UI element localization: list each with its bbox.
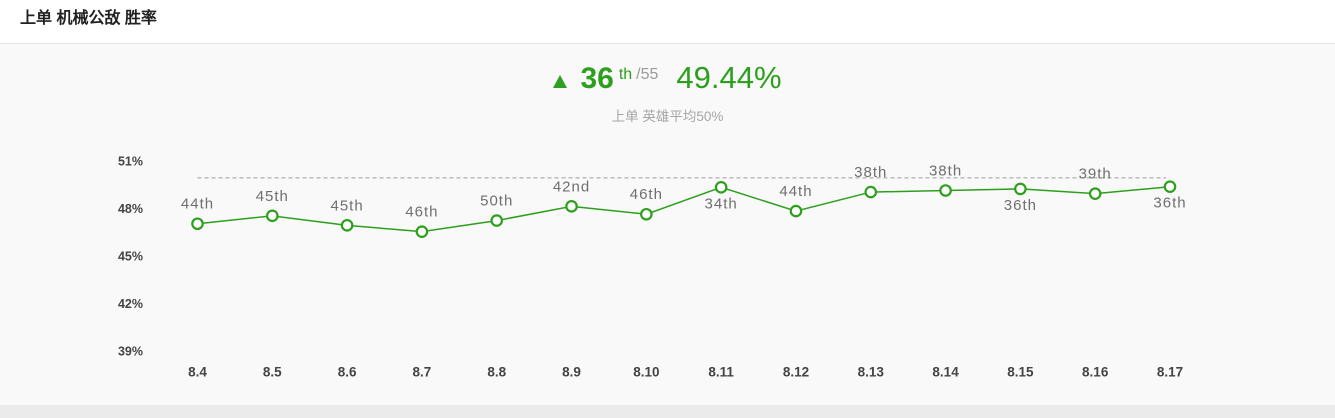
y-tick-label: 45% <box>118 249 143 263</box>
data-point[interactable] <box>1163 180 1177 193</box>
rank-label: 44th <box>181 196 214 213</box>
y-tick-label: 39% <box>118 344 143 358</box>
x-tick-label: 8.9 <box>562 365 581 380</box>
rank-label: 42nd <box>553 178 590 195</box>
data-point[interactable] <box>640 207 653 221</box>
y-axis: 51% 48% 45% 42% 39% <box>118 154 143 358</box>
footer-strip <box>0 405 1335 418</box>
x-tick-label: 8.16 <box>1082 365 1109 380</box>
rank-label: 36th <box>1004 197 1037 214</box>
x-tick-label: 8.7 <box>413 365 432 380</box>
rank-label: 34th <box>705 195 738 212</box>
data-point[interactable] <box>191 217 204 231</box>
rank-label: 38th <box>929 162 962 179</box>
x-tick-label: 8.17 <box>1157 365 1183 380</box>
rank-label: 45th <box>331 197 364 214</box>
data-point[interactable] <box>565 200 578 213</box>
x-tick-label: 8.5 <box>263 365 282 380</box>
rank-label: 38th <box>854 164 887 181</box>
rank-label: 50th <box>480 193 513 210</box>
x-tick-label: 8.11 <box>708 365 734 380</box>
data-point[interactable] <box>490 214 504 227</box>
y-tick-label: 42% <box>118 297 143 311</box>
rank-labels: 44th 45th 45th 46th 50th 42nd 46th 34th 44th 38th… <box>181 162 1186 221</box>
y-tick-label: 51% <box>118 154 143 168</box>
data-point[interactable] <box>864 185 878 199</box>
y-tick-label: 48% <box>118 202 143 216</box>
data-point[interactable] <box>1014 182 1027 196</box>
rank-label: 36th <box>1153 195 1186 212</box>
rank-label: 45th <box>256 188 289 205</box>
rank-label: 46th <box>405 204 438 221</box>
x-axis: 8.4 8.5 8.6 8.7 8.8 8.9 8.10 8.11 8.12 8.13 8.14 8.… <box>188 365 1183 380</box>
x-tick-label: 8.4 <box>188 365 207 380</box>
rank-label: 46th <box>630 186 663 203</box>
rank-label: 39th <box>1079 166 1112 183</box>
data-point[interactable] <box>939 184 952 197</box>
data-point[interactable] <box>415 225 429 238</box>
rank-label: 44th <box>779 183 812 200</box>
data-point[interactable] <box>714 181 728 194</box>
x-tick-label: 8.14 <box>932 365 959 380</box>
x-tick-label: 8.10 <box>633 365 659 380</box>
x-tick-label: 8.6 <box>338 365 357 380</box>
x-tick-label: 8.12 <box>783 365 809 380</box>
data-point[interactable] <box>1088 187 1102 200</box>
x-tick-label: 8.15 <box>1007 365 1034 380</box>
x-tick-label: 8.8 <box>487 365 506 380</box>
data-point[interactable] <box>340 219 354 232</box>
win-rate-chart: 51%48%45%42%39% 8.4 8.5 8.6 8.7 8.8 8.9 8.10 8.… <box>118 154 1186 380</box>
data-point[interactable] <box>266 209 279 223</box>
data-point[interactable] <box>789 204 803 218</box>
x-tick-label: 8.13 <box>858 365 885 380</box>
